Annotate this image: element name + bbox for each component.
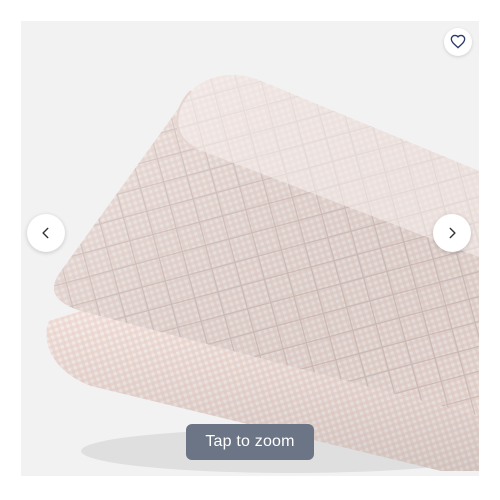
tap-to-zoom-label: Tap to zoom (205, 433, 295, 450)
chevron-right-icon (445, 226, 459, 240)
heart-icon (450, 34, 466, 50)
next-image-button[interactable] (433, 214, 471, 252)
chevron-left-icon (39, 226, 53, 240)
favorite-button[interactable] (444, 28, 472, 56)
product-image-gallery[interactable]: Tap to zoom (21, 21, 479, 476)
tap-to-zoom-button[interactable]: Tap to zoom (186, 424, 314, 460)
changing-pad-cover-image[interactable] (21, 21, 479, 476)
previous-image-button[interactable] (27, 214, 65, 252)
